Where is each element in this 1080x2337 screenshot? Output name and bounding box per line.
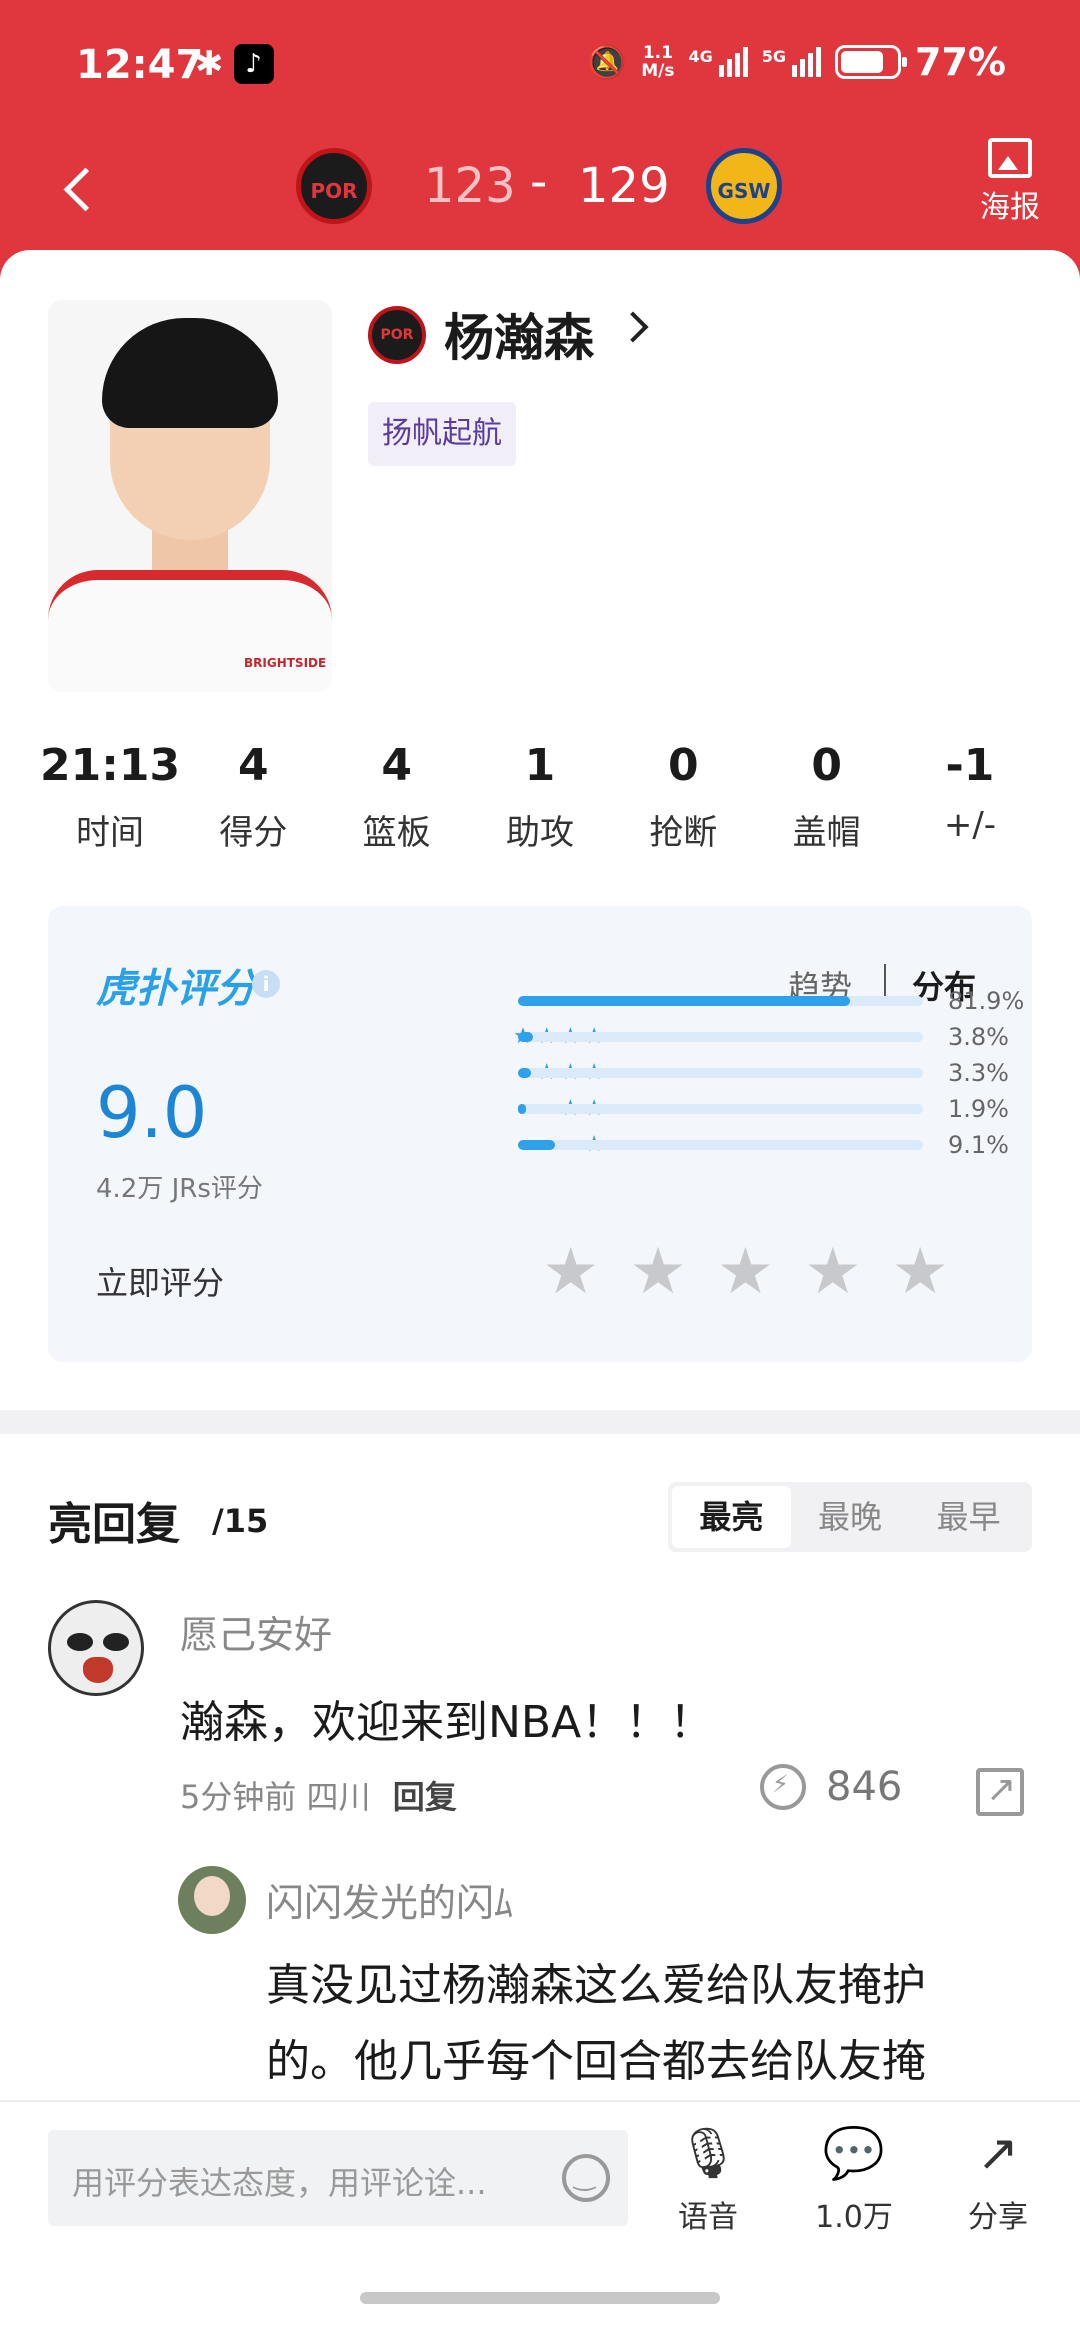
player-team-logo: POR (368, 306, 426, 364)
share-button[interactable]: ↗ 分享 (938, 2122, 1058, 2236)
comments-button[interactable]: 💬 1.0万 (794, 2122, 914, 2236)
battery-text: 77% (915, 40, 1006, 84)
network-speed: 1.1 M/s (641, 43, 675, 81)
home-indicator[interactable] (360, 2292, 720, 2304)
player-name[interactable]: 杨瀚森 (444, 298, 594, 370)
home-team-logo[interactable]: POR (296, 148, 372, 224)
away-score: 129 (578, 158, 670, 214)
distribution-bar (518, 1032, 534, 1042)
sort-tabs: 最亮 最晚 最早 (668, 1482, 1032, 1552)
distribution-row-3: ★★★ 3.3% (348, 1058, 1009, 1088)
stat-steals: 0 抢断 (649, 740, 718, 853)
sort-tab-latest[interactable]: 最晚 (791, 1486, 910, 1548)
status-time: 12:47 (76, 42, 204, 88)
avatar[interactable] (178, 1866, 246, 1934)
distribution-bar (518, 1104, 526, 1114)
mute-bell-icon: 🔕 (587, 43, 628, 81)
image-icon (988, 138, 1032, 178)
lightbulb-like-icon (760, 1764, 806, 1810)
star-icon[interactable]: ★ (629, 1240, 686, 1304)
status-right: 🔕 1.1 M/s 4G 5G 77% (587, 40, 1006, 84)
stat-blocks: 0 盖帽 (792, 740, 861, 853)
comment-input[interactable]: 用评分表达态度，用评论诠... (48, 2130, 628, 2226)
comment-text[interactable]: 真没见过杨瀚森这么爱给队友掩护的。他几乎每个回合都去给队友掩 (266, 1948, 1006, 2100)
stat-minutes: 21:13 时间 (40, 740, 181, 853)
away-team-logo[interactable]: GSW (706, 148, 782, 224)
commenter-name[interactable]: 闪闪发光的闪ﾑ (266, 1872, 513, 1927)
distribution-row-2: ★★ 1.9% (348, 1094, 1009, 1124)
stat-plus-minus: -1 +/- (943, 740, 997, 845)
player-tag: 扬帆起航 (368, 402, 516, 466)
comment-location: 四川 (306, 1778, 371, 1816)
rate-stars: ★ ★ ★ ★ ★ (542, 1240, 949, 1304)
distribution-bar (518, 1068, 532, 1078)
distribution-row-4: ★★★★ 3.8% (348, 1022, 1009, 1052)
stats-row: 21:13 时间 4 得分 4 篮板 1 助攻 0 抢断 0 盖帽 -1 +/- (40, 740, 1040, 854)
avatar[interactable] (48, 1600, 144, 1696)
player-photo: BRIGHTSIDE (48, 300, 332, 692)
comment-text[interactable]: 瀚森，欢迎来到NBA！！！ (180, 1686, 713, 1750)
reply-button[interactable]: 回复 (393, 1778, 457, 1816)
rating-card: 虎扑评分® i 趋势 分布 9.0 4.2万 JRs评分 81.9% ★★★★ … (48, 906, 1032, 1362)
game-header: POR 123 - 129 GSW 海报 (0, 130, 1080, 250)
battery-icon (835, 45, 908, 79)
signal-4g-icon: 4G (689, 47, 748, 77)
replies-title: 亮回复 (48, 1499, 180, 1550)
comment-time: 5分钟前 (180, 1778, 297, 1816)
poster-label: 海报 (980, 190, 1040, 225)
back-button[interactable] (52, 152, 112, 222)
commenter-name[interactable]: 愿己安好 (180, 1604, 332, 1659)
rate-now-label: 立即评分 (96, 1264, 225, 1302)
distribution-row-1: ★ 9.1% (348, 1130, 1009, 1160)
distribution-bar (518, 1140, 555, 1150)
microphone-icon: 🎙 (676, 2124, 740, 2182)
rating-logo: 虎扑评分® (96, 966, 276, 1012)
score-separator: - (530, 154, 548, 210)
jersey-text: BRIGHTSIDE (244, 656, 327, 670)
home-score: 123 (424, 158, 516, 214)
replies-count: /15 (212, 1502, 269, 1540)
rating-score: 9.0 (96, 1072, 208, 1154)
star-icon[interactable]: ★ (892, 1240, 949, 1304)
share-icon: ↗ (977, 2124, 1019, 2182)
rating-count: 4.2万 JRs评分 (96, 1174, 263, 1204)
star-icon[interactable]: ★ (717, 1240, 774, 1304)
star-icon[interactable]: ★ (804, 1240, 861, 1304)
like-button[interactable]: 846 (760, 1764, 902, 1810)
status-left-icons: ✱ ♪ (195, 44, 274, 84)
share-icon[interactable] (976, 1768, 1024, 1816)
voice-button[interactable]: 🎙 语音 (648, 2122, 768, 2236)
signal-5g-icon: 5G (762, 47, 822, 77)
star-icon[interactable]: ★ (542, 1240, 599, 1304)
sort-tab-best[interactable]: 最亮 (672, 1486, 791, 1548)
stat-assists: 1 助攻 (505, 740, 574, 853)
like-count: 846 (826, 1764, 903, 1810)
stat-rebounds: 4 篮板 (362, 740, 431, 853)
info-icon[interactable]: i (252, 970, 280, 998)
tiktok-icon: ♪ (233, 44, 274, 84)
distribution-row-5: 81.9% (348, 986, 1024, 1016)
comment-meta: 5分钟前 四川 回复 (180, 1772, 457, 1818)
section-divider (0, 1410, 1080, 1434)
comment-bubble-icon: 💬 (822, 2124, 886, 2182)
distribution-bar (518, 996, 850, 1006)
emoji-icon[interactable] (562, 2154, 610, 2202)
stat-points: 4 得分 (219, 740, 288, 853)
poster-button[interactable]: 海报 (970, 138, 1050, 226)
bluetooth-icon: ✱ (195, 44, 224, 84)
status-bar: 12:47 ✱ ♪ 🔕 1.1 M/s 4G 5G 77% (0, 0, 1080, 130)
comment-input-placeholder: 用评分表达态度，用评论诠... (72, 2164, 487, 2202)
sort-tab-earliest[interactable]: 最早 (909, 1486, 1028, 1548)
